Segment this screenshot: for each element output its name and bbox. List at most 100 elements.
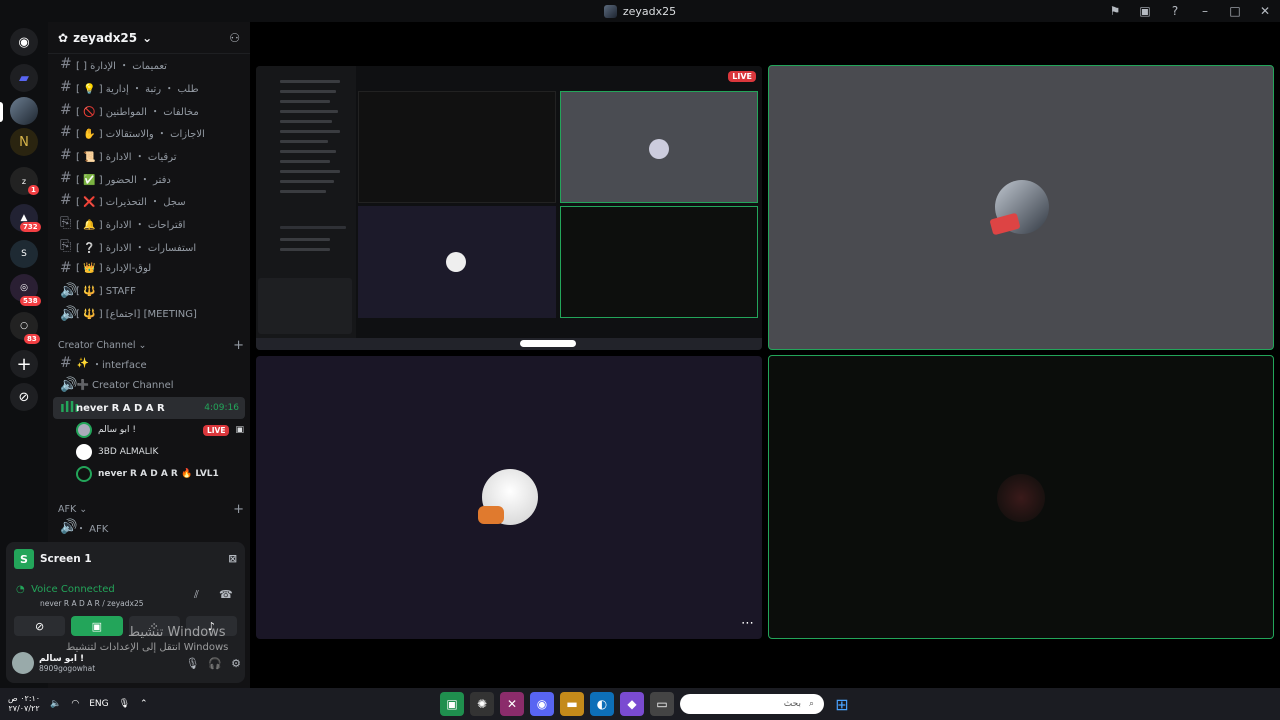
server-icon-gold[interactable]: N (10, 128, 38, 156)
server-folder-icon-3[interactable]: S (10, 240, 38, 268)
minimize-button[interactable]: – (1190, 4, 1220, 18)
microphone-icon[interactable]: 🎙 (185, 657, 199, 670)
server-header[interactable]: ✿ zeyadx25 ⌄ ⚇ (48, 22, 250, 54)
stream-preview-row[interactable]: S Screen 1 ⊠ (14, 549, 237, 569)
channel-text-3[interactable]: #[ 🚫 ] مخالفات ・ المواطنين (53, 99, 245, 121)
channel-text-8[interactable]: ⎘[ 🔔 ] اقتراحات ・ الادارة (53, 212, 245, 234)
help-icon[interactable]: ? (1160, 4, 1190, 18)
channel-text-6[interactable]: #[ ✅ ] دفتر ・ الحضور (53, 167, 245, 189)
channel-creator[interactable]: 🔊 ➕ Creator Channel (53, 374, 245, 396)
folder-icon[interactable]: ▰ (10, 64, 38, 92)
channel-voice-meeting[interactable]: 🔊[ 🔱 ] [اجتماع] [MEETING] (53, 303, 245, 325)
stop-stream-icon[interactable]: ⊠ (228, 553, 237, 565)
avatar (76, 422, 92, 438)
forum-icon: ⎘ (60, 215, 72, 231)
category-afk[interactable]: AFK ⌄ + (58, 502, 244, 517)
stream-tile-user-3[interactable] (768, 355, 1274, 639)
add-channel-icon[interactable]: + (233, 502, 244, 517)
copilot-icon[interactable]: ◆ (620, 692, 644, 716)
hash-icon: # (60, 355, 72, 371)
noise-suppression-icon[interactable]: ⫽ (194, 588, 199, 602)
invite-people-icon[interactable]: ⚇ (229, 31, 240, 45)
discover-icon[interactable]: ⊘ (10, 383, 38, 411)
windows-start-icon[interactable]: ⊞ (830, 692, 854, 716)
channel-voice-staff[interactable]: 🔊[ 🔱 ] STAFF (53, 280, 245, 302)
voice-user-2[interactable]: 3BD ALMALIK (76, 442, 244, 462)
channel-afk[interactable]: 🔊 ・ AFK (53, 516, 245, 538)
user-area[interactable]: ابو سالم ! 8909gogowhat 🎙 🎧 ⚙ (12, 650, 241, 676)
taskbar-search[interactable]: بحث ⌕ (680, 694, 824, 714)
voice-status[interactable]: ◔ Voice Connected (16, 584, 115, 595)
channel-voice-active[interactable]: ıllı never R A D A R 4:09:16 (53, 397, 245, 419)
live-badge: LIVE (728, 71, 756, 82)
clock-date: ٢٧/٠٧/٢٢ (8, 704, 40, 713)
avatar (76, 444, 92, 460)
hash-icon: # (60, 147, 72, 163)
stream-tile-screen[interactable]: LIVE (256, 66, 762, 350)
voice-user-1[interactable]: ابو سالم ! LIVE ▣ (76, 420, 244, 440)
language-indicator[interactable]: ENG (89, 699, 108, 709)
server-icon-zeyadx25[interactable] (10, 97, 38, 125)
volume-icon[interactable]: 🔈 (50, 699, 61, 709)
task-view-icon[interactable]: ▭ (650, 692, 674, 716)
channel-text-4[interactable]: #[ ✋ ] الاجازات ・ والاستقالات (53, 121, 245, 143)
inbox-flag-icon[interactable]: ⚑ (1100, 4, 1130, 18)
disconnect-icon[interactable]: ☎ (219, 588, 233, 601)
screen-icon[interactable]: ▣ (1130, 4, 1160, 18)
channel-text-7[interactable]: #[ ❌ ] سجل ・ التحذيرات (53, 189, 245, 211)
avatar (649, 139, 669, 159)
edge-icon[interactable]: ◐ (590, 692, 614, 716)
avatar (997, 474, 1045, 522)
screen-share-preview (256, 66, 762, 350)
signal-icon: ◔ (16, 584, 25, 595)
windows-taskbar: ٠٢:١٠ ص ٢٧/٠٧/٢٢ 🔈 ◠ ENG 🎙 ⌃ ▣ ✺ ✕ ◉ ▬ ◐… (0, 688, 1280, 720)
plus-icon: ➕ (76, 379, 90, 391)
gear-icon[interactable]: ⚙ (231, 657, 241, 670)
chevron-up-icon[interactable]: ⌃ (140, 699, 148, 709)
hash-icon: # (60, 260, 72, 276)
taskbar-app-icon-3[interactable]: ✕ (500, 692, 524, 716)
stream-tile-user-2[interactable]: ⋯ (256, 356, 762, 639)
discord-taskbar-icon[interactable]: ◉ (530, 692, 554, 716)
activation-watermark-sub: انتقل إلى الإعدادات لتنشيط Windows (66, 642, 229, 653)
taskbar-app-icon-2[interactable]: ✺ (470, 692, 494, 716)
selected-server-pill (0, 102, 3, 122)
voice-location[interactable]: never R A D A R / zeyadx25 (40, 599, 144, 608)
channel-text-2[interactable]: #[ 💡 ] طلب ・ رتبة ・ إدارية (53, 76, 245, 98)
mention-badge: 1 (28, 185, 39, 195)
screen-share-icon: ▣ (235, 425, 244, 435)
channel-text-1[interactable]: #[ ] تعميمات ・ الإدارة (53, 53, 245, 75)
voice-user-3[interactable]: never R A D A R 🔥 LVL1 (76, 464, 244, 484)
close-button[interactable]: ✕ (1250, 4, 1280, 18)
stream-tile-user-1[interactable] (768, 65, 1274, 350)
camera-off-button[interactable]: ⊘ (14, 616, 66, 636)
wifi-icon[interactable]: ◠ (71, 699, 79, 709)
channel-text-5[interactable]: #[ 📜 ] ترقيات ・ الادارة (53, 144, 245, 166)
microphone-icon[interactable]: 🎙 (119, 699, 130, 709)
user-status: 8909gogowhat (39, 663, 96, 673)
taskbar-app-icon-1[interactable]: ▣ (440, 692, 464, 716)
add-server-icon[interactable]: + (10, 350, 38, 378)
channel-text-10[interactable]: #[ 👑 ] لوق-الإدارة (53, 257, 245, 279)
window-titlebar: zeyadx25 ⚑ ▣ ? – □ ✕ (0, 0, 1280, 22)
speaker-icon: 🔊 (60, 306, 78, 322)
server-name: zeyadx25 (73, 30, 138, 45)
file-explorer-icon[interactable]: ▬ (560, 692, 584, 716)
channel-text-9[interactable]: ⎘[ ❔ ] استفسارات ・ الادارة (53, 235, 245, 257)
preview-sidebar (256, 66, 356, 350)
headphones-icon[interactable]: 🎧 (208, 657, 222, 670)
add-channel-icon[interactable]: + (233, 338, 244, 353)
screen-share-button[interactable]: ▣ (71, 616, 123, 636)
discord-home-icon[interactable]: ◉ (10, 28, 38, 56)
voice-timer: 4:09:16 (204, 403, 239, 413)
system-clock[interactable]: ٠٢:١٠ ص ٢٧/٠٧/٢٢ (8, 694, 40, 714)
channel-interface[interactable]: # ✨ ・interface (53, 352, 245, 374)
speaker-icon: 🔊 (60, 283, 78, 299)
avatar (76, 466, 92, 482)
more-options-icon[interactable]: ⋯ (741, 616, 754, 631)
search-placeholder: بحث (783, 699, 801, 709)
category-creator[interactable]: Creator Channel ⌄ + (58, 338, 244, 353)
maximize-button[interactable]: □ (1220, 4, 1250, 18)
mention-badge-2: 732 (20, 222, 41, 232)
activation-watermark-title: تنشيط Windows (128, 625, 226, 640)
